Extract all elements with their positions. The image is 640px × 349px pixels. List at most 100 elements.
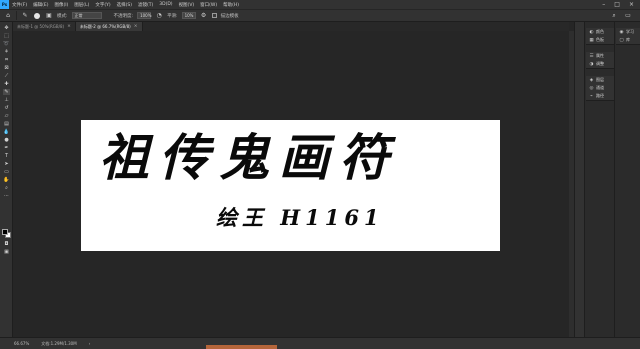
workspace-icon[interactable]: ▭ — [624, 12, 632, 20]
calligraphy-signature: 绘王 H1161 — [216, 205, 384, 230]
brush-settings-icon[interactable]: ▣ — [45, 12, 53, 20]
gradient-tool-icon[interactable]: ▤ — [3, 121, 10, 127]
panel-color[interactable]: ◐ 颜色 — [586, 28, 614, 36]
tab-document-1[interactable]: 未标题-1 @ 50%(RGB/8) × — [13, 22, 76, 31]
close-icon[interactable]: × — [67, 24, 71, 29]
blur-tool-icon[interactable]: 💧 — [3, 129, 10, 135]
dodge-tool-icon[interactable]: ● — [3, 137, 10, 143]
panel-label: 属性 — [596, 53, 604, 58]
flow-label: 平滑: — [167, 13, 178, 19]
close-icon[interactable]: × — [134, 24, 138, 29]
options-right: ⌕ ▭ — [610, 12, 640, 20]
panel-swatches[interactable]: ▦ 色板 — [586, 36, 614, 44]
minimize-button[interactable]: – — [602, 1, 605, 8]
brush-tool-active-icon[interactable]: ✎ — [3, 89, 10, 95]
pen-tool-icon[interactable]: ✒ — [3, 145, 10, 151]
panel-label: 通道 — [596, 85, 604, 90]
panel-adjustments[interactable]: ◑ 调整 — [586, 60, 614, 68]
panel-label: 颜色 — [596, 29, 604, 34]
search-icon[interactable]: ⌕ — [610, 12, 618, 20]
status-bar: 66.67% 文档:1.29M/1.30M › — [0, 337, 640, 349]
history-brush-tool-icon[interactable]: ↺ — [3, 105, 10, 111]
document-canvas[interactable]: 祖传鬼画符 绘王 H1161 — [81, 120, 500, 251]
opacity-field[interactable]: 100% — [137, 12, 152, 19]
color-swatches[interactable] — [2, 229, 11, 238]
screen-mode-icon[interactable]: ▣ — [3, 249, 10, 255]
adjustments-icon: ◑ — [589, 61, 594, 67]
close-button[interactable]: × — [629, 1, 634, 8]
menu-edit[interactable]: 编辑(E) — [30, 2, 51, 8]
lasso-tool-icon[interactable]: ➰ — [3, 41, 10, 47]
foreground-color-swatch[interactable] — [2, 229, 8, 235]
taskbar-highlight — [206, 345, 277, 349]
document-info: 文档:1.29M/1.30M — [41, 340, 77, 346]
paths-icon: ⌁ — [590, 93, 593, 99]
panel-group-properties: ☰ 属性 ◑ 调整 — [586, 52, 614, 69]
smoothing-label: 描边模板 — [220, 13, 239, 19]
panel-group-color: ◐ 颜色 ▦ 色板 — [586, 28, 614, 45]
panel-layers[interactable]: ◈ 图层 — [586, 76, 614, 84]
panel-libraries[interactable]: ▢ 库 — [616, 36, 640, 44]
brush-preset-picker[interactable] — [33, 12, 41, 20]
opacity-label: 不透明度: — [113, 13, 134, 19]
menu-select[interactable]: 选择(S) — [114, 2, 135, 8]
tools-panel: ✥ ⬚ ➰ ⚘ ⌗ ⊠ ⟋ ✚ ✎ ⊥ ↺ ▱ ▤ 💧 ● ✒ T ➤ ▭ ✋ … — [0, 22, 13, 341]
shape-tool-icon[interactable]: ▭ — [3, 169, 10, 175]
move-tool-icon[interactable]: ✥ — [3, 25, 10, 31]
home-icon[interactable]: ⌂ — [4, 12, 12, 20]
brush-preview-icon — [34, 12, 40, 19]
hand-tool-icon[interactable]: ✋ — [3, 177, 10, 183]
menu-file[interactable]: 文件(F) — [9, 2, 30, 8]
flow-field[interactable]: 10% — [181, 12, 196, 19]
calligraphy-title: 祖传鬼画符 — [99, 128, 399, 187]
swatches-icon: ▦ — [589, 37, 594, 43]
panel-group-layers: ◈ 图层 ◎ 通道 ⌁ 路径 — [586, 76, 614, 101]
menu-type[interactable]: 文字(Y) — [92, 2, 113, 8]
clone-stamp-tool-icon[interactable]: ⊥ — [3, 97, 10, 103]
tab-label: 未标题-2 @ 66.7%(RGB/8) — [79, 23, 131, 29]
document-tabs: 未标题-1 @ 50%(RGB/8) × 未标题-2 @ 66.7%(RGB/8… — [13, 22, 569, 31]
crop-tool-icon[interactable]: ⌗ — [3, 57, 10, 63]
healing-tool-icon[interactable]: ✚ — [3, 81, 10, 87]
menu-image[interactable]: 图像(I) — [51, 2, 71, 8]
zoom-level[interactable]: 66.67% — [14, 341, 29, 346]
menu-layer[interactable]: 图层(L) — [71, 2, 92, 8]
maximize-button[interactable]: □ — [614, 1, 620, 8]
panel-label: 路径 — [596, 93, 604, 98]
eyedropper-tool-icon[interactable]: ⟋ — [3, 73, 10, 79]
chevron-right-icon[interactable]: › — [89, 341, 91, 346]
layers-icon: ◈ — [589, 77, 594, 83]
panel-collapse-strip[interactable] — [574, 22, 584, 337]
photoshop-logo: Ps — [0, 0, 9, 9]
mode-select[interactable]: 正常 — [71, 12, 102, 19]
menu-view[interactable]: 视图(V) — [176, 2, 198, 8]
tab-document-2[interactable]: 未标题-2 @ 66.7%(RGB/8) × — [75, 22, 143, 31]
more-tools-icon[interactable]: ⋯ — [3, 193, 10, 199]
menu-window[interactable]: 窗口(W) — [197, 2, 220, 8]
type-tool-icon[interactable]: T — [3, 153, 10, 159]
learn-icon: ◉ — [619, 29, 624, 35]
panel-channels[interactable]: ◎ 通道 — [586, 84, 614, 92]
smoothing-checkbox[interactable] — [211, 13, 217, 18]
channels-icon: ◎ — [589, 85, 594, 91]
airbrush-icon[interactable]: ⚙ — [200, 12, 208, 20]
panel-properties[interactable]: ☰ 属性 — [586, 52, 614, 60]
menu-help[interactable]: 帮助(H) — [220, 2, 242, 8]
panel-label: 调整 — [596, 61, 604, 66]
quick-select-tool-icon[interactable]: ⚘ — [3, 49, 10, 55]
panel-learn[interactable]: ◉ 学习 — [616, 28, 640, 36]
path-select-tool-icon[interactable]: ➤ — [3, 161, 10, 167]
panel-paths[interactable]: ⌁ 路径 — [586, 92, 614, 100]
menu-3d[interactable]: 3D(D) — [156, 2, 175, 7]
brush-tool-icon[interactable]: ✎ — [21, 12, 29, 20]
panel-label: 学习 — [626, 29, 634, 34]
libraries-icon: ▢ — [619, 37, 624, 43]
zoom-tool-icon[interactable]: ⌕ — [3, 185, 10, 191]
menu-filter[interactable]: 滤镜(T) — [135, 2, 156, 8]
marquee-tool-icon[interactable]: ⬚ — [3, 33, 10, 39]
pressure-opacity-icon[interactable]: ◔ — [155, 12, 163, 20]
quick-mask-icon[interactable]: ◘ — [3, 241, 10, 247]
eraser-tool-icon[interactable]: ▱ — [3, 113, 10, 119]
frame-tool-icon[interactable]: ⊠ — [3, 65, 10, 71]
mode-label: 模式: — [57, 13, 68, 19]
